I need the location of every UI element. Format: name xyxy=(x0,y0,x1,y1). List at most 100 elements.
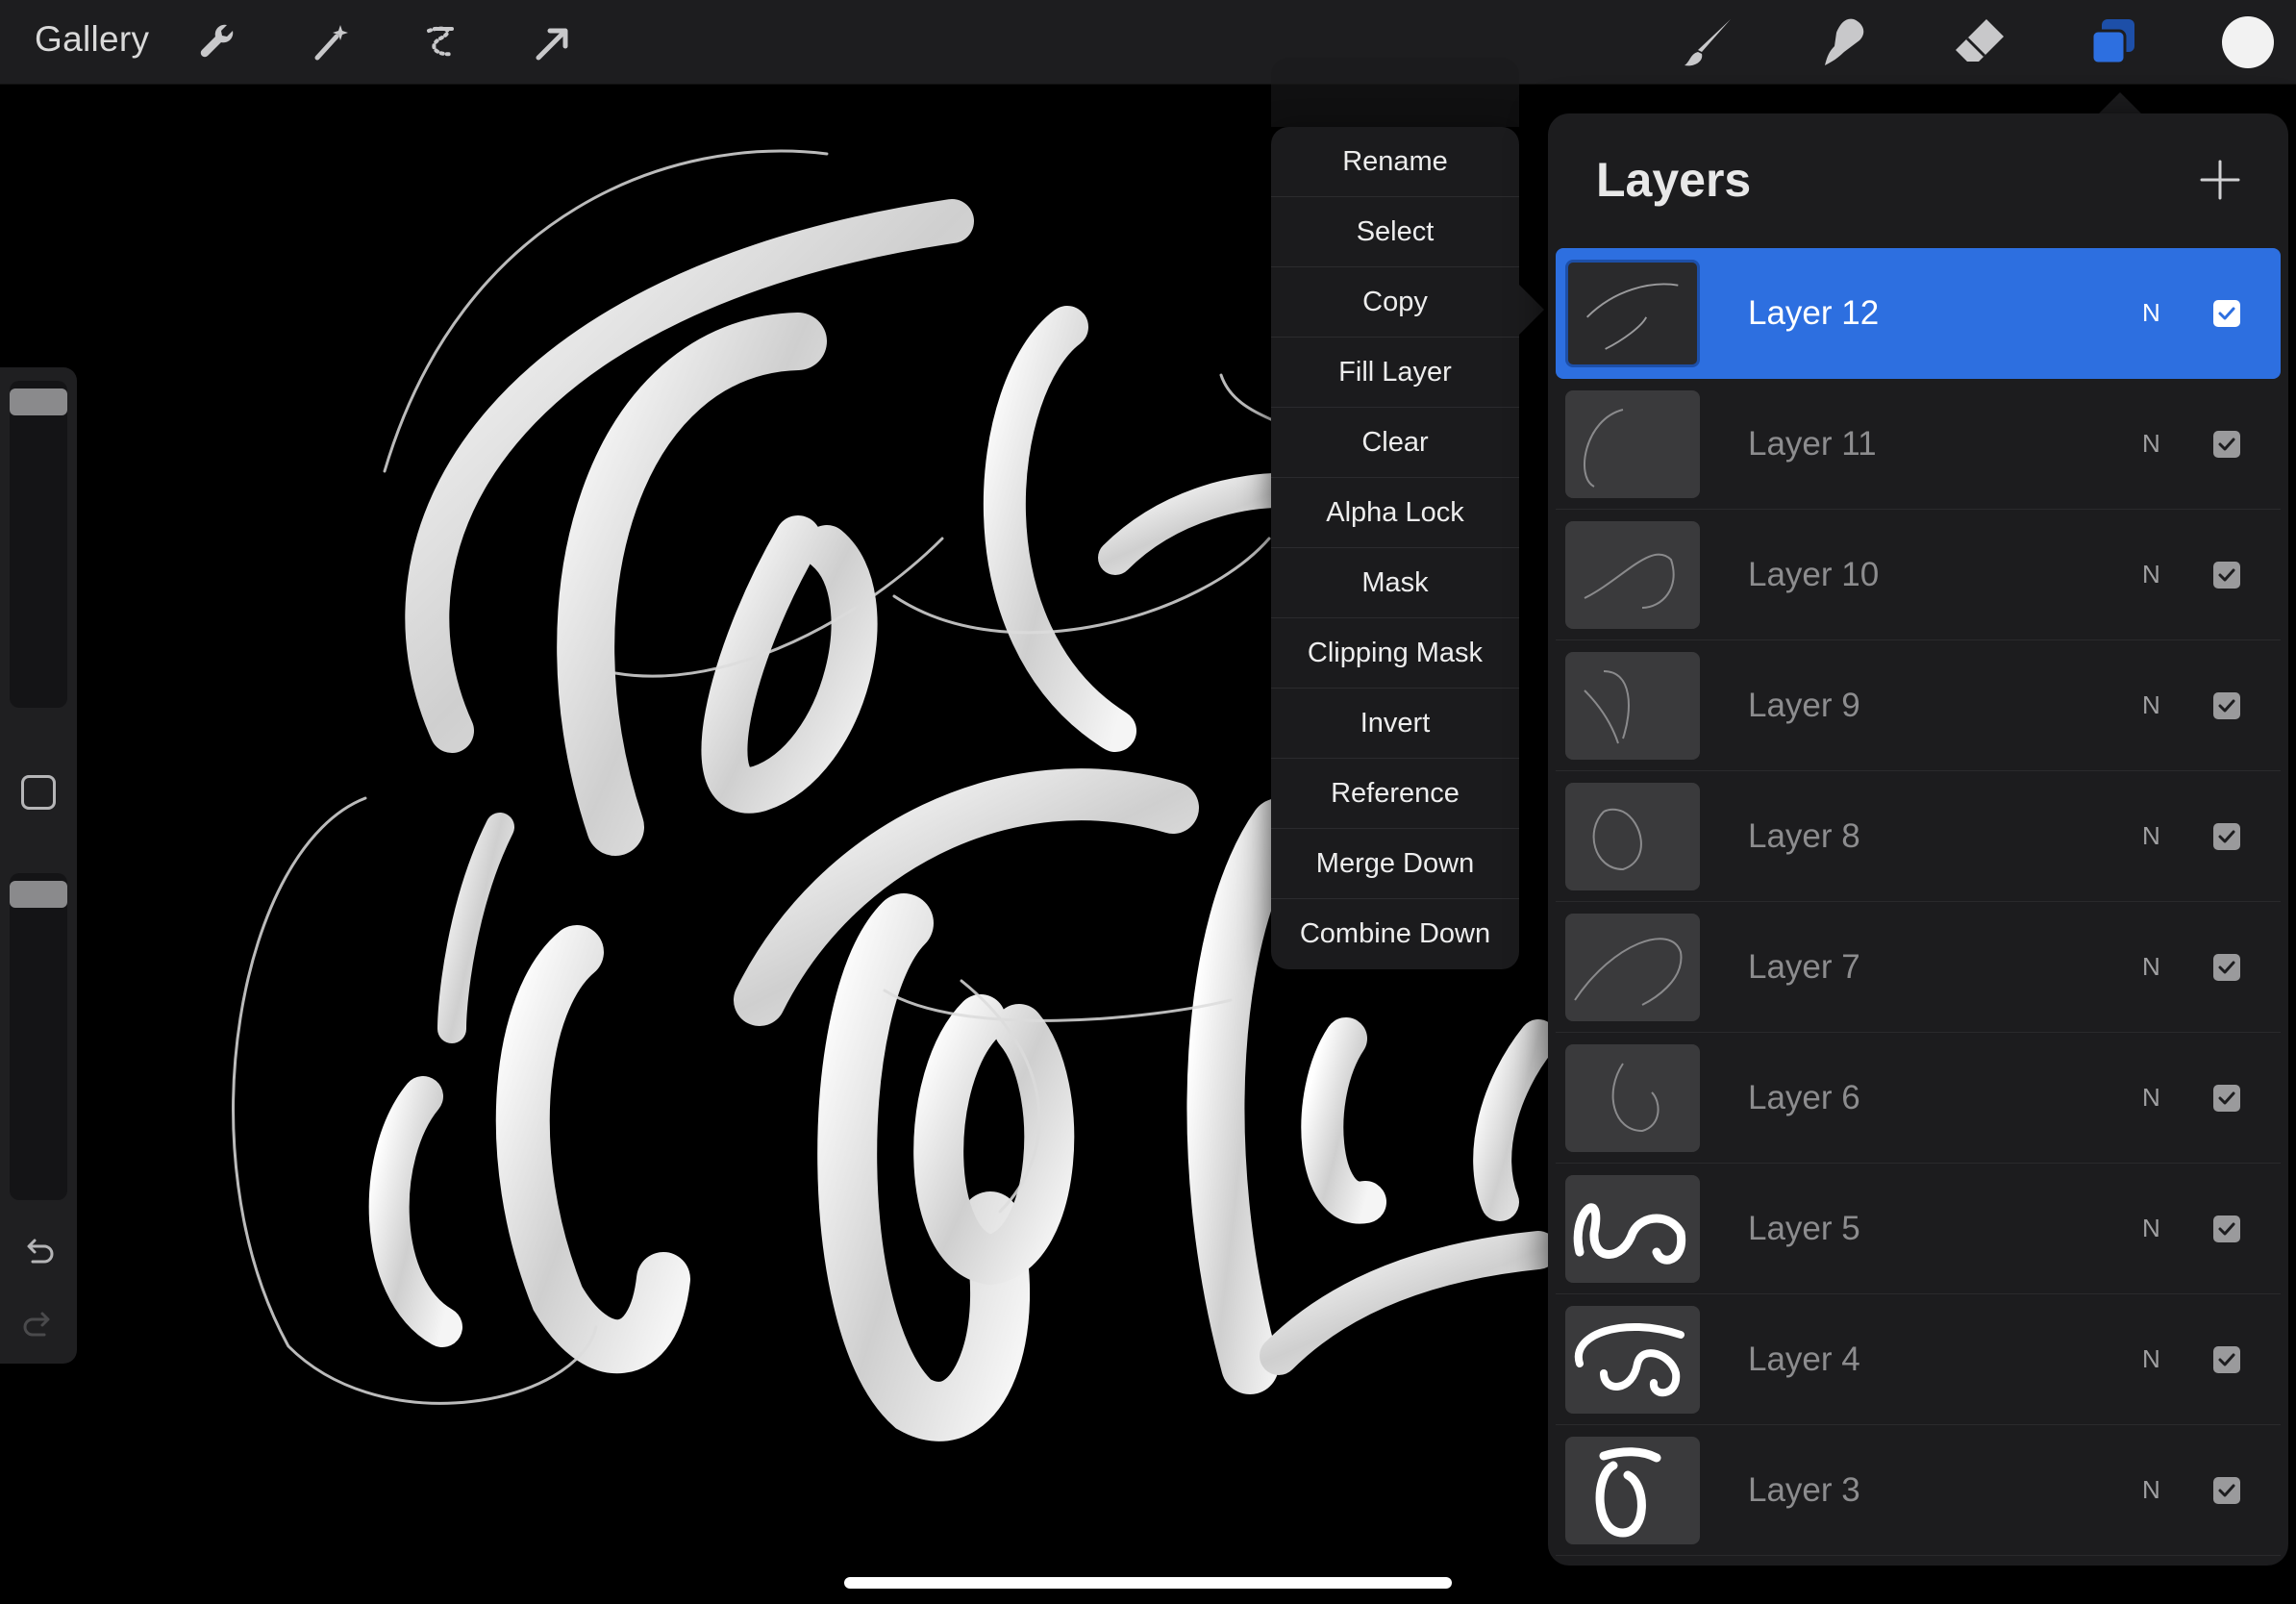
layer-thumbnail xyxy=(1565,914,1700,1021)
layer-thumbnail xyxy=(1565,652,1700,760)
layer-row[interactable]: Layer 6 N xyxy=(1556,1033,2281,1164)
layer-options-menu: Rename Select Copy Fill Layer Clear Alph… xyxy=(1271,127,1519,969)
blend-mode-button[interactable]: N xyxy=(2142,429,2160,459)
layer-thumbnail xyxy=(1565,1306,1700,1414)
transform-arrow-icon[interactable] xyxy=(527,17,577,67)
layer-row[interactable]: Layer 3 N xyxy=(1556,1425,2281,1556)
layer-thumbnail xyxy=(1565,260,1700,367)
context-menu-header xyxy=(1271,58,1519,127)
menu-item-copy[interactable]: Copy xyxy=(1271,267,1519,338)
wrench-icon[interactable] xyxy=(192,17,242,67)
menu-item-clipping-mask[interactable]: Clipping Mask xyxy=(1271,618,1519,689)
blend-mode-button[interactable]: N xyxy=(2142,298,2160,328)
layer-row[interactable]: Layer 4 N xyxy=(1556,1294,2281,1425)
redo-icon[interactable] xyxy=(21,1306,56,1341)
menu-item-alpha-lock[interactable]: Alpha Lock xyxy=(1271,478,1519,548)
magic-wand-icon[interactable] xyxy=(306,17,356,67)
menu-item-mask[interactable]: Mask xyxy=(1271,548,1519,618)
blend-mode-button[interactable]: N xyxy=(2142,1344,2160,1374)
menu-item-fill-layer[interactable]: Fill Layer xyxy=(1271,338,1519,408)
smudge-icon[interactable] xyxy=(1815,13,1873,71)
plus-icon[interactable] xyxy=(2198,158,2242,202)
layer-thumbnail xyxy=(1565,521,1700,629)
checkmark-icon xyxy=(2218,1222,2235,1236)
layer-thumbnail xyxy=(1565,1175,1700,1283)
visibility-checkbox[interactable] xyxy=(2213,1346,2240,1373)
visibility-checkbox[interactable] xyxy=(2213,692,2240,719)
layer-row[interactable]: Layer 11 N xyxy=(1556,379,2281,510)
menu-item-combine-down[interactable]: Combine Down xyxy=(1271,899,1519,969)
modify-square-icon[interactable] xyxy=(21,775,56,810)
menu-item-invert[interactable]: Invert xyxy=(1271,689,1519,759)
layer-name: Layer 6 xyxy=(1748,1079,1860,1116)
blend-mode-button[interactable]: N xyxy=(2142,821,2160,851)
blend-mode-button[interactable]: N xyxy=(2142,1475,2160,1505)
blend-mode-button[interactable]: N xyxy=(2142,952,2160,982)
layer-name: Layer 8 xyxy=(1748,817,1860,855)
checkmark-icon xyxy=(2218,961,2235,974)
menu-item-reference[interactable]: Reference xyxy=(1271,759,1519,829)
eraser-icon[interactable] xyxy=(1950,13,2008,71)
top-toolbar: Gallery xyxy=(0,0,2296,85)
visibility-checkbox[interactable] xyxy=(2213,431,2240,458)
menu-item-merge-down[interactable]: Merge Down xyxy=(1271,829,1519,899)
layer-row[interactable]: Layer 9 N xyxy=(1556,640,2281,771)
layer-row[interactable]: Layer 5 N xyxy=(1556,1164,2281,1294)
layer-name: Layer 3 xyxy=(1748,1471,1860,1509)
brush-size-thumb[interactable] xyxy=(10,388,67,416)
opacity-slider[interactable] xyxy=(10,873,67,1200)
layer-row[interactable]: Layer 12 N xyxy=(1556,248,2281,379)
visibility-checkbox[interactable] xyxy=(2213,1085,2240,1112)
color-swatch[interactable] xyxy=(2219,13,2277,71)
layers-panel: Layers Layer 12 N Layer 11 N Layer 10 N Layer … xyxy=(1548,113,2288,1566)
layer-name: Layer 7 xyxy=(1748,948,1860,986)
layers-title: Layers xyxy=(1596,153,1752,207)
menu-item-rename[interactable]: Rename xyxy=(1271,127,1519,197)
visibility-checkbox[interactable] xyxy=(2213,954,2240,981)
layers-icon[interactable] xyxy=(2084,13,2142,71)
layer-name: Layer 5 xyxy=(1748,1210,1860,1247)
home-indicator[interactable] xyxy=(844,1577,1452,1589)
visibility-checkbox[interactable] xyxy=(2213,823,2240,850)
layer-list: Layer 12 N Layer 11 N Layer 10 N Layer 9 N Layer… xyxy=(1556,248,2281,1556)
opacity-thumb[interactable] xyxy=(10,881,67,909)
left-sidebar xyxy=(0,367,77,1364)
checkmark-icon xyxy=(2218,830,2235,843)
layer-name: Layer 12 xyxy=(1748,294,1880,332)
checkmark-icon xyxy=(2218,307,2235,320)
layer-name: Layer 9 xyxy=(1748,687,1860,724)
visibility-checkbox[interactable] xyxy=(2213,1477,2240,1504)
checkmark-icon xyxy=(2218,1484,2235,1497)
selection-icon[interactable] xyxy=(415,17,465,67)
layer-row[interactable]: Layer 7 N xyxy=(1556,902,2281,1033)
layer-row[interactable]: Layer 10 N xyxy=(1556,510,2281,640)
layer-name: Layer 10 xyxy=(1748,556,1880,593)
brush-size-slider[interactable] xyxy=(10,381,67,708)
layer-row[interactable]: Layer 8 N xyxy=(1556,771,2281,902)
blend-mode-button[interactable]: N xyxy=(2142,690,2160,720)
layer-thumbnail xyxy=(1565,1044,1700,1152)
brush-icon[interactable] xyxy=(1681,13,1738,71)
visibility-checkbox[interactable] xyxy=(2213,300,2240,327)
context-menu-pointer xyxy=(1519,285,1544,335)
gallery-button[interactable]: Gallery xyxy=(35,19,149,60)
blend-mode-button[interactable]: N xyxy=(2142,560,2160,589)
blend-mode-button[interactable]: N xyxy=(2142,1214,2160,1243)
layer-thumbnail xyxy=(1565,1437,1700,1544)
layer-thumbnail xyxy=(1565,783,1700,890)
visibility-checkbox[interactable] xyxy=(2213,562,2240,589)
checkmark-icon xyxy=(2218,699,2235,713)
layer-thumbnail xyxy=(1565,390,1700,498)
menu-item-select[interactable]: Select xyxy=(1271,197,1519,267)
checkmark-icon xyxy=(2218,1353,2235,1366)
checkmark-icon xyxy=(2218,1091,2235,1105)
undo-icon[interactable] xyxy=(21,1233,56,1267)
blend-mode-button[interactable]: N xyxy=(2142,1083,2160,1113)
layer-name: Layer 11 xyxy=(1748,425,1877,463)
checkmark-icon xyxy=(2218,438,2235,451)
visibility-checkbox[interactable] xyxy=(2213,1216,2240,1242)
checkmark-icon xyxy=(2218,568,2235,582)
menu-item-clear[interactable]: Clear xyxy=(1271,408,1519,478)
layer-name: Layer 4 xyxy=(1748,1341,1860,1378)
layers-panel-caret xyxy=(2097,92,2143,115)
